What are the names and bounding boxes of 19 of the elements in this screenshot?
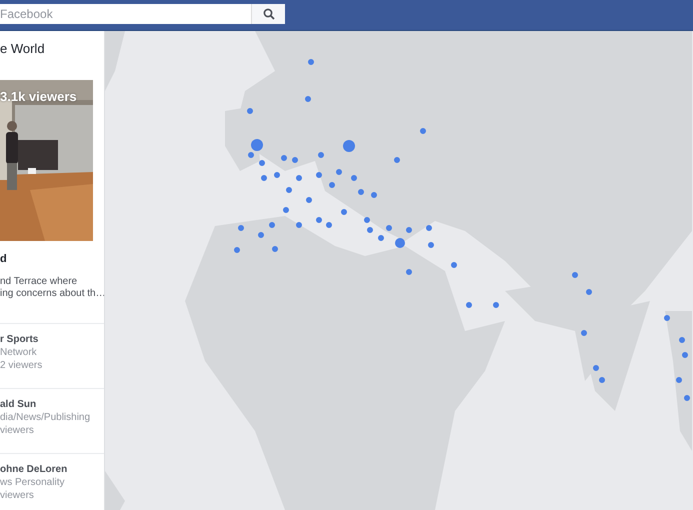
stream-description: nd Terrace where ing concerns about th… <box>0 276 104 301</box>
stream-item[interactable]: ald Sun dia/News/Publishing viewers <box>0 388 104 453</box>
stream-viewers: viewers <box>0 424 35 437</box>
stream-name: ald Sun <box>0 398 38 411</box>
stream-item[interactable]: ohne DeLoren ws Personality viewers <box>0 453 104 510</box>
viewer-count: 3.1k viewers <box>0 89 77 104</box>
search-icon <box>262 8 274 20</box>
stream-viewers: viewers <box>0 489 35 502</box>
search-button[interactable] <box>251 4 285 24</box>
stream-name: ohne DeLoren <box>0 463 68 476</box>
stream-name: r Sports <box>0 333 40 346</box>
stream-item[interactable]: r Sports Network 2 viewers <box>0 323 104 388</box>
stream-title: d <box>0 253 8 265</box>
stream-category: Network <box>0 346 38 359</box>
stream-viewers: 2 viewers <box>0 359 44 372</box>
stream-category: ws Personality <box>0 476 66 489</box>
sidebar-title: e World <box>0 40 46 58</box>
stream-category: dia/News/Publishing <box>0 411 92 424</box>
search-field[interactable]: Facebook <box>0 4 251 24</box>
